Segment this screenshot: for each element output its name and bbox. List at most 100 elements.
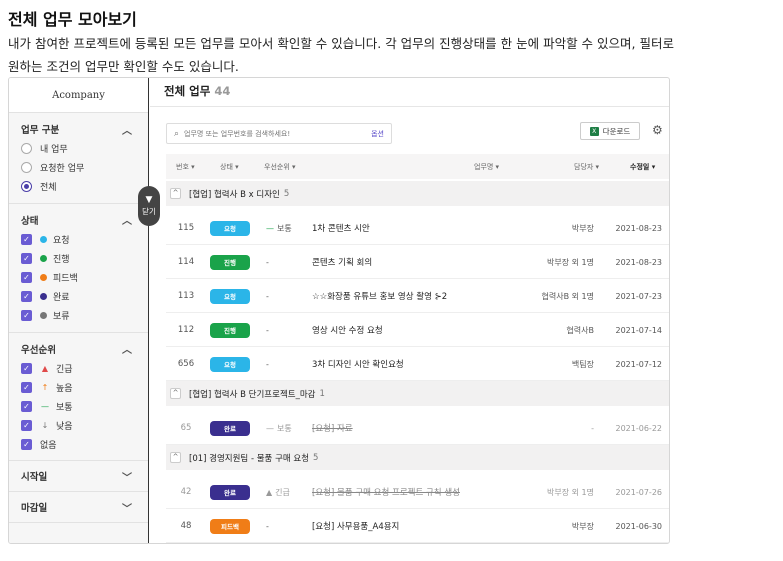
checkbox[interactable]: ✓ (21, 252, 32, 264)
status-option[interactable]: ✓ 완료 (21, 287, 148, 306)
table-row[interactable]: 42 완료 ▲ 긴급 [요청] 물품 구매 요청 프로젝트 규칙 생성 박부장 외 1명 2… (166, 475, 669, 509)
priority-option[interactable]: ✓ — 보통 (21, 397, 148, 416)
task-title[interactable]: [요청] 물품 구매 요청 프로젝트 규칙 생성 (312, 475, 460, 509)
status-filter: 상태 ︿ ✓ 요청 ✓ 진행 ✓ 피드백 ✓ 완료 ✓ 보류 (9, 204, 148, 333)
table-row[interactable]: 115 요청 — 보통 1차 콘텐츠 시안 박부장 2021-08-23 (166, 211, 669, 245)
checkbox[interactable]: ✓ (21, 439, 32, 451)
task-title[interactable]: 3차 디자인 시안 확인요청 (312, 347, 404, 381)
task-title[interactable]: ☆☆화장품 유튜브 홍보 영상 촬영 ⊱2 (312, 279, 447, 313)
search-input[interactable] (184, 129, 372, 138)
status-cell: 요청 (210, 211, 250, 245)
task-title[interactable]: 영상 시안 수정 요청 (312, 313, 383, 347)
task-title[interactable]: [요청] 자료 (312, 411, 353, 445)
checkbox[interactable]: ✓ (21, 310, 32, 322)
status-badge[interactable]: 진행 (210, 254, 250, 270)
task-updated-date: 2021-07-14 (615, 325, 663, 335)
gear-icon[interactable]: ⚙ (652, 123, 663, 137)
table-row[interactable]: 656 요청 - 3차 디자인 시안 확인요청 백팀장 2021-07-12 (166, 347, 669, 381)
task-title[interactable]: 1차 콘텐츠 시안 (312, 211, 370, 245)
radio-button[interactable] (21, 181, 32, 193)
start-date-filter[interactable]: 시작일 ﹀ (9, 461, 148, 493)
status-badge[interactable]: 진행 (210, 322, 250, 338)
status-badge[interactable]: 완료 (210, 484, 250, 500)
status-badge[interactable]: 요청 (210, 356, 250, 372)
checkbox[interactable]: ✓ (21, 272, 32, 284)
status-option[interactable]: ✓ 피드백 (21, 268, 148, 287)
status-cell: 요청 (210, 347, 250, 381)
task-type-option[interactable]: 요청한 업무 (21, 158, 148, 177)
chevron-up-icon[interactable]: ︿ (120, 122, 134, 137)
status-option[interactable]: ✓ 요청 (21, 230, 148, 249)
chevron-down-icon[interactable]: ﹀ (120, 500, 134, 515)
priority-header[interactable]: 우선순위 ︿ (21, 339, 148, 359)
download-button[interactable]: X 다운로드 (580, 122, 640, 140)
start-date-title: 시작일 (21, 472, 48, 484)
group-count: 5 (313, 452, 319, 463)
task-type-option[interactable]: 전체 (21, 177, 148, 196)
col-updated[interactable]: 수정일 ▾ (630, 162, 655, 172)
priority-option[interactable]: ✓ ↓ 낮음 (21, 416, 148, 435)
status-badge[interactable]: 피드백 (210, 518, 250, 534)
arrow-down-icon: ↓ (41, 421, 49, 431)
radio-button[interactable] (21, 162, 32, 174)
doc-title: 전체 업무 모아보기 (8, 10, 137, 29)
chevron-up-icon[interactable]: ^ (170, 388, 181, 399)
chevron-up-icon[interactable]: ^ (170, 452, 181, 463)
priority-option[interactable]: ✓ ▲ 긴급 (21, 359, 148, 378)
checkbox[interactable]: ✓ (21, 420, 32, 432)
priority-option[interactable]: ✓ ↑ 높음 (21, 378, 148, 397)
group-header[interactable]: ^ [협업] 협력사 B 단기프로젝트_마감 1 (166, 381, 669, 406)
col-title[interactable]: 업무명 ▾ (474, 162, 499, 172)
chevron-up-icon[interactable]: ︿ (120, 341, 134, 356)
table-row[interactable]: 48 피드백 - [요청] 사무용품_A4용지 박부장 2021-06-30 (166, 509, 669, 543)
task-updated-date: 2021-08-23 (615, 257, 663, 267)
col-priority[interactable]: 우선순위 ▾ (264, 162, 296, 172)
task-owner: 박부장 외 1명 (547, 257, 594, 267)
task-title[interactable]: 콘텐츠 기획 회의 (312, 245, 372, 279)
radio-button[interactable] (21, 143, 32, 155)
table-row[interactable]: 112 진행 - 영상 시안 수정 요청 협력사B 2021-07-14 (166, 313, 669, 347)
status-badge[interactable]: 요청 (210, 220, 250, 236)
checkbox[interactable]: ✓ (21, 381, 32, 393)
priority-title: 우선순위 (21, 344, 56, 356)
search-box[interactable]: ⌕ 옵션 (166, 123, 392, 144)
task-owner: - (591, 423, 594, 433)
filter-sidebar: Acompany 업무 구분 ︿ 내 업무 요청한 업무 전체 상태 ︿ ✓ 요청 ✓ 진… (9, 78, 149, 543)
priority-icon: ▲ (266, 487, 273, 497)
table-row[interactable]: 65 완료 — 보통 [요청] 자료 - 2021-06-22 (166, 411, 669, 445)
chevron-up-icon[interactable]: ^ (170, 188, 181, 199)
status-option-label: 완료 (53, 293, 70, 304)
group-header[interactable]: ^ [01] 경영지원팀 - 물품 구매 요청 5 (166, 445, 669, 470)
status-badge[interactable]: 요청 (210, 288, 250, 304)
search-option-link[interactable]: 옵션 (371, 129, 384, 139)
checkbox[interactable]: ✓ (21, 400, 32, 412)
status-option[interactable]: ✓ 진행 (21, 249, 148, 268)
chevron-down-icon[interactable]: ﹀ (120, 469, 134, 484)
group-header[interactable]: ^ [협업] 협력사 B x 디자인 5 (166, 181, 669, 206)
task-number: 48 (180, 521, 192, 531)
col-no[interactable]: 번호 ▾ (176, 162, 195, 172)
due-date-filter[interactable]: 마감일 ﹀ (9, 492, 148, 524)
checkbox[interactable]: ✓ (21, 362, 32, 374)
col-status[interactable]: 상태 ▾ (220, 162, 239, 172)
col-owner[interactable]: 담당자 ▾ (574, 162, 599, 172)
chevron-up-icon[interactable]: ︿ (120, 212, 134, 227)
excel-icon: X (589, 126, 599, 136)
due-date-title: 마감일 (21, 503, 48, 515)
task-updated-date: 2021-08-23 (615, 223, 663, 233)
close-filter-button[interactable]: ▼ 닫기 (138, 186, 160, 226)
status-option[interactable]: ✓ 보류 (21, 306, 148, 325)
checkbox[interactable]: ✓ (21, 233, 32, 245)
task-owner: 박부장 외 1명 (547, 487, 594, 497)
task-title[interactable]: [요청] 사무용품_A4용지 (312, 509, 399, 543)
status-badge[interactable]: 완료 (210, 420, 250, 436)
checkbox[interactable]: ✓ (21, 291, 32, 303)
table-row[interactable]: 114 진행 - 콘텐츠 기획 회의 박부장 외 1명 2021-08-23 (166, 245, 669, 279)
table-row[interactable]: 113 요청 - ☆☆화장품 유튜브 홍보 영상 촬영 ⊱2 협력사B 외 1명 2021… (166, 279, 669, 313)
priority-option[interactable]: ✓ 없음 (21, 435, 148, 454)
company-logo: Acompany (9, 78, 148, 113)
task-type-option[interactable]: 내 업무 (21, 139, 148, 158)
status-header[interactable]: 상태 ︿ (21, 210, 148, 230)
task-type-header[interactable]: 업무 구분 ︿ (21, 119, 148, 139)
task-number: 113 (177, 291, 195, 301)
